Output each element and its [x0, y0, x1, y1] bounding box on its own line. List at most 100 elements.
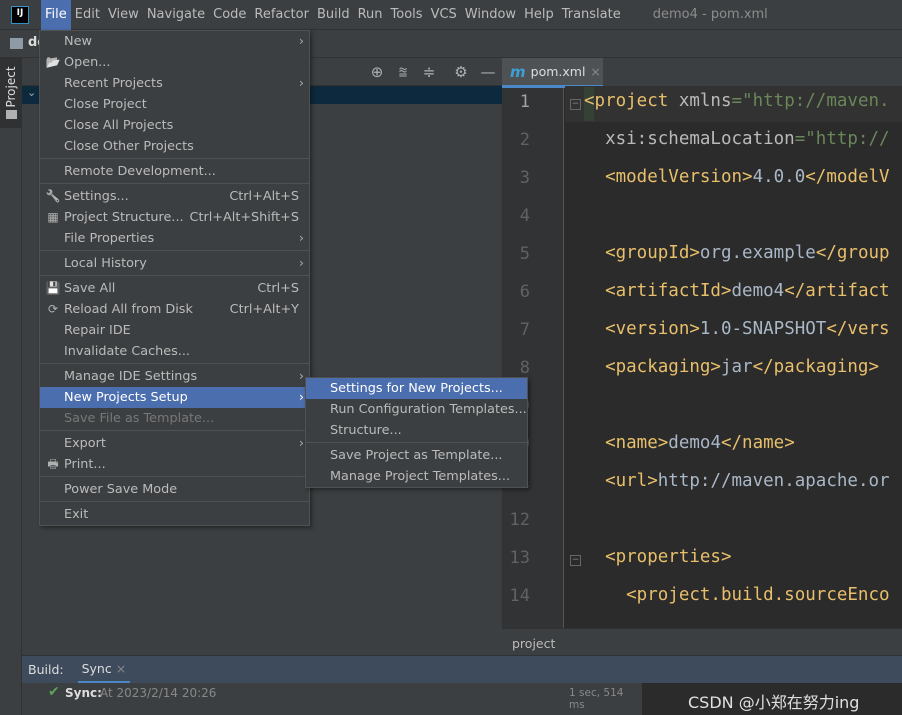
fold-icon[interactable]: − [570, 99, 581, 110]
menu-item-save-project-as-template[interactable]: Save Project as Template... [306, 445, 527, 466]
code-token-tag: <project.build.sourceEnco [584, 585, 890, 605]
menu-item-label: File Properties [64, 231, 155, 246]
tab-pom-xml[interactable]: m pom.xml × [502, 58, 603, 88]
code-token-tag: </packaging> [752, 357, 880, 377]
code-line[interactable]: <modelVersion>4.0.0</modelV [584, 167, 890, 187]
code-token-tag: <artifactId> [584, 281, 732, 301]
tab-label: pom.xml [530, 64, 586, 79]
menu-item-settings-for-new-projects[interactable]: Settings for New Projects... [306, 378, 527, 399]
menu-item-export[interactable]: Export › [40, 433, 309, 454]
tab-sync[interactable]: Sync × [77, 656, 131, 684]
menu-item-repair-ide[interactable]: Repair IDE [40, 320, 309, 341]
close-icon[interactable]: × [590, 64, 600, 79]
code-token-tag: <version> [584, 319, 700, 339]
menu-vcs[interactable]: VCS [427, 0, 461, 30]
code-line[interactable]: <properties> [584, 547, 731, 567]
menu-item-new[interactable]: New › [40, 31, 309, 52]
hide-icon[interactable]: — [478, 62, 498, 82]
menu-item-close-all-projects[interactable]: Close All Projects [40, 115, 309, 136]
code-line[interactable]: <packaging>jar</packaging> [584, 357, 879, 377]
menu-run[interactable]: Run [354, 0, 387, 30]
shortcut-label: Ctrl+Alt+Y [229, 302, 299, 317]
collapse-all-icon[interactable]: ≑ [419, 62, 439, 82]
menu-item-project-structure[interactable]: ▦ Project Structure... Ctrl+Alt+Shift+S [40, 207, 309, 228]
menu-refactor[interactable]: Refactor [250, 0, 313, 30]
menu-item-label: Print... [64, 457, 106, 472]
menu-item-label: Manage Project Templates... [330, 469, 511, 484]
code-token-tag: <modelVersion> [584, 167, 753, 187]
menu-item-power-save-mode[interactable]: Power Save Mode [40, 479, 309, 500]
menu-item-label: Repair IDE [64, 323, 131, 338]
line-number: 12 [509, 510, 530, 530]
code-line[interactable]: <project xmlns="http://maven. [584, 91, 890, 111]
maven-icon: m [510, 62, 526, 81]
code-line[interactable]: <artifactId>demo4</artifact [584, 281, 890, 301]
menu-tools[interactable]: Tools [387, 0, 427, 30]
menu-item-invalidate-caches[interactable]: Invalidate Caches... [40, 341, 309, 362]
menu-item-label: Settings... [64, 189, 129, 204]
menu-item-save-all[interactable]: 💾 Save All Ctrl+S [40, 278, 309, 299]
code-token-tag: </vers [826, 319, 890, 339]
menu-item-recent-projects[interactable]: Recent Projects › [40, 73, 309, 94]
code-token-tag: </group [815, 243, 890, 263]
menu-help[interactable]: Help [520, 0, 558, 30]
menu-item-label: Run Configuration Templates... [330, 402, 527, 417]
menu-code[interactable]: Code [209, 0, 250, 30]
menu-translate[interactable]: Translate [558, 0, 625, 30]
expand-all-icon[interactable]: ⩰ [393, 62, 413, 82]
folder-icon [6, 110, 17, 119]
menu-item-run-configuration-templates[interactable]: Run Configuration Templates... [306, 399, 527, 420]
chevron-down-icon[interactable]: ⌄ [27, 86, 36, 99]
code-line[interactable]: <version>1.0-SNAPSHOT</vers [584, 319, 890, 339]
menu-item-file-properties[interactable]: File Properties › [40, 228, 309, 249]
folder-open-icon: 📂 [45, 55, 61, 69]
menu-item-open[interactable]: 📂 Open... [40, 52, 309, 73]
chevron-right-icon: › [298, 256, 304, 271]
shortcut-label: Ctrl+Alt+S [229, 189, 299, 204]
menu-item-remote-development[interactable]: Remote Development... [40, 161, 309, 182]
file-menu: New › 📂 Open... Recent Projects › Close Projec… [39, 30, 310, 526]
code-line[interactable]: <groupId>org.example</group [584, 243, 890, 263]
menu-item-label: Manage IDE Settings [64, 369, 198, 384]
menu-item-structure[interactable]: Structure... [306, 420, 527, 441]
chevron-right-icon: › [298, 436, 304, 451]
project-structure-icon: ▦ [47, 210, 59, 224]
sync-status-title[interactable]: Sync: [65, 686, 102, 700]
code-token-tag: <project [584, 91, 679, 111]
menu-item-settings[interactable]: 🔧 Settings... Ctrl+Alt+S [40, 186, 309, 207]
code-line[interactable]: <url>http://maven.apache.or [584, 471, 890, 491]
project-tool-label: Project [4, 66, 18, 108]
menu-edit[interactable]: Edit [71, 0, 104, 30]
menu-item-reload-all-from-disk[interactable]: ⟳ Reload All from Disk Ctrl+Alt+Y [40, 299, 309, 320]
menu-item-exit[interactable]: Exit [40, 504, 309, 525]
menu-build[interactable]: Build [313, 0, 354, 30]
breadcrumb[interactable]: project [502, 628, 902, 655]
menu-item-label: Close All Projects [64, 118, 174, 133]
menu-item-save-file-as-template[interactable]: Save File as Template... [40, 408, 309, 429]
sync-status-text: At 2023/2/14 20:26 [100, 686, 217, 700]
menu-item-local-history[interactable]: Local History › [40, 253, 309, 274]
code-token-attr: xsi:schemaLocation [584, 129, 795, 149]
menu-item-close-other-projects[interactable]: Close Other Projects [40, 136, 309, 157]
code-token-txt: 1.0-SNAPSHOT [699, 319, 827, 339]
menu-navigate[interactable]: Navigate [143, 0, 209, 30]
print-icon: 🖶 [47, 457, 59, 471]
menu-item-manage-project-templates[interactable]: Manage Project Templates... [306, 466, 527, 487]
menu-file[interactable]: File [41, 0, 71, 30]
code-line[interactable]: <project.build.sourceEnco [584, 585, 890, 605]
fold-icon[interactable]: − [570, 555, 581, 566]
code-line[interactable]: xsi:schemaLocation="http:// [584, 129, 889, 149]
close-icon[interactable]: × [116, 661, 126, 676]
menu-item-manage-ide-settings[interactable]: Manage IDE Settings › [40, 366, 309, 387]
menu-item-close-project[interactable]: Close Project [40, 94, 309, 115]
menu-item-new-projects-setup[interactable]: New Projects Setup › [40, 387, 309, 408]
code-line[interactable]: <name>demo4</name> [584, 433, 795, 453]
gear-icon[interactable]: ⚙ [451, 62, 471, 82]
chevron-right-icon: › [298, 369, 304, 384]
menu-item-print[interactable]: 🖶 Print... [40, 454, 309, 475]
menu-view[interactable]: View [104, 0, 143, 30]
locate-icon[interactable]: ⊕ [367, 62, 387, 82]
new-projects-setup-submenu: Settings for New Projects... Run Configur… [305, 377, 528, 488]
menu-window[interactable]: Window [461, 0, 520, 30]
menu-item-label: Save Project as Template... [330, 448, 503, 463]
